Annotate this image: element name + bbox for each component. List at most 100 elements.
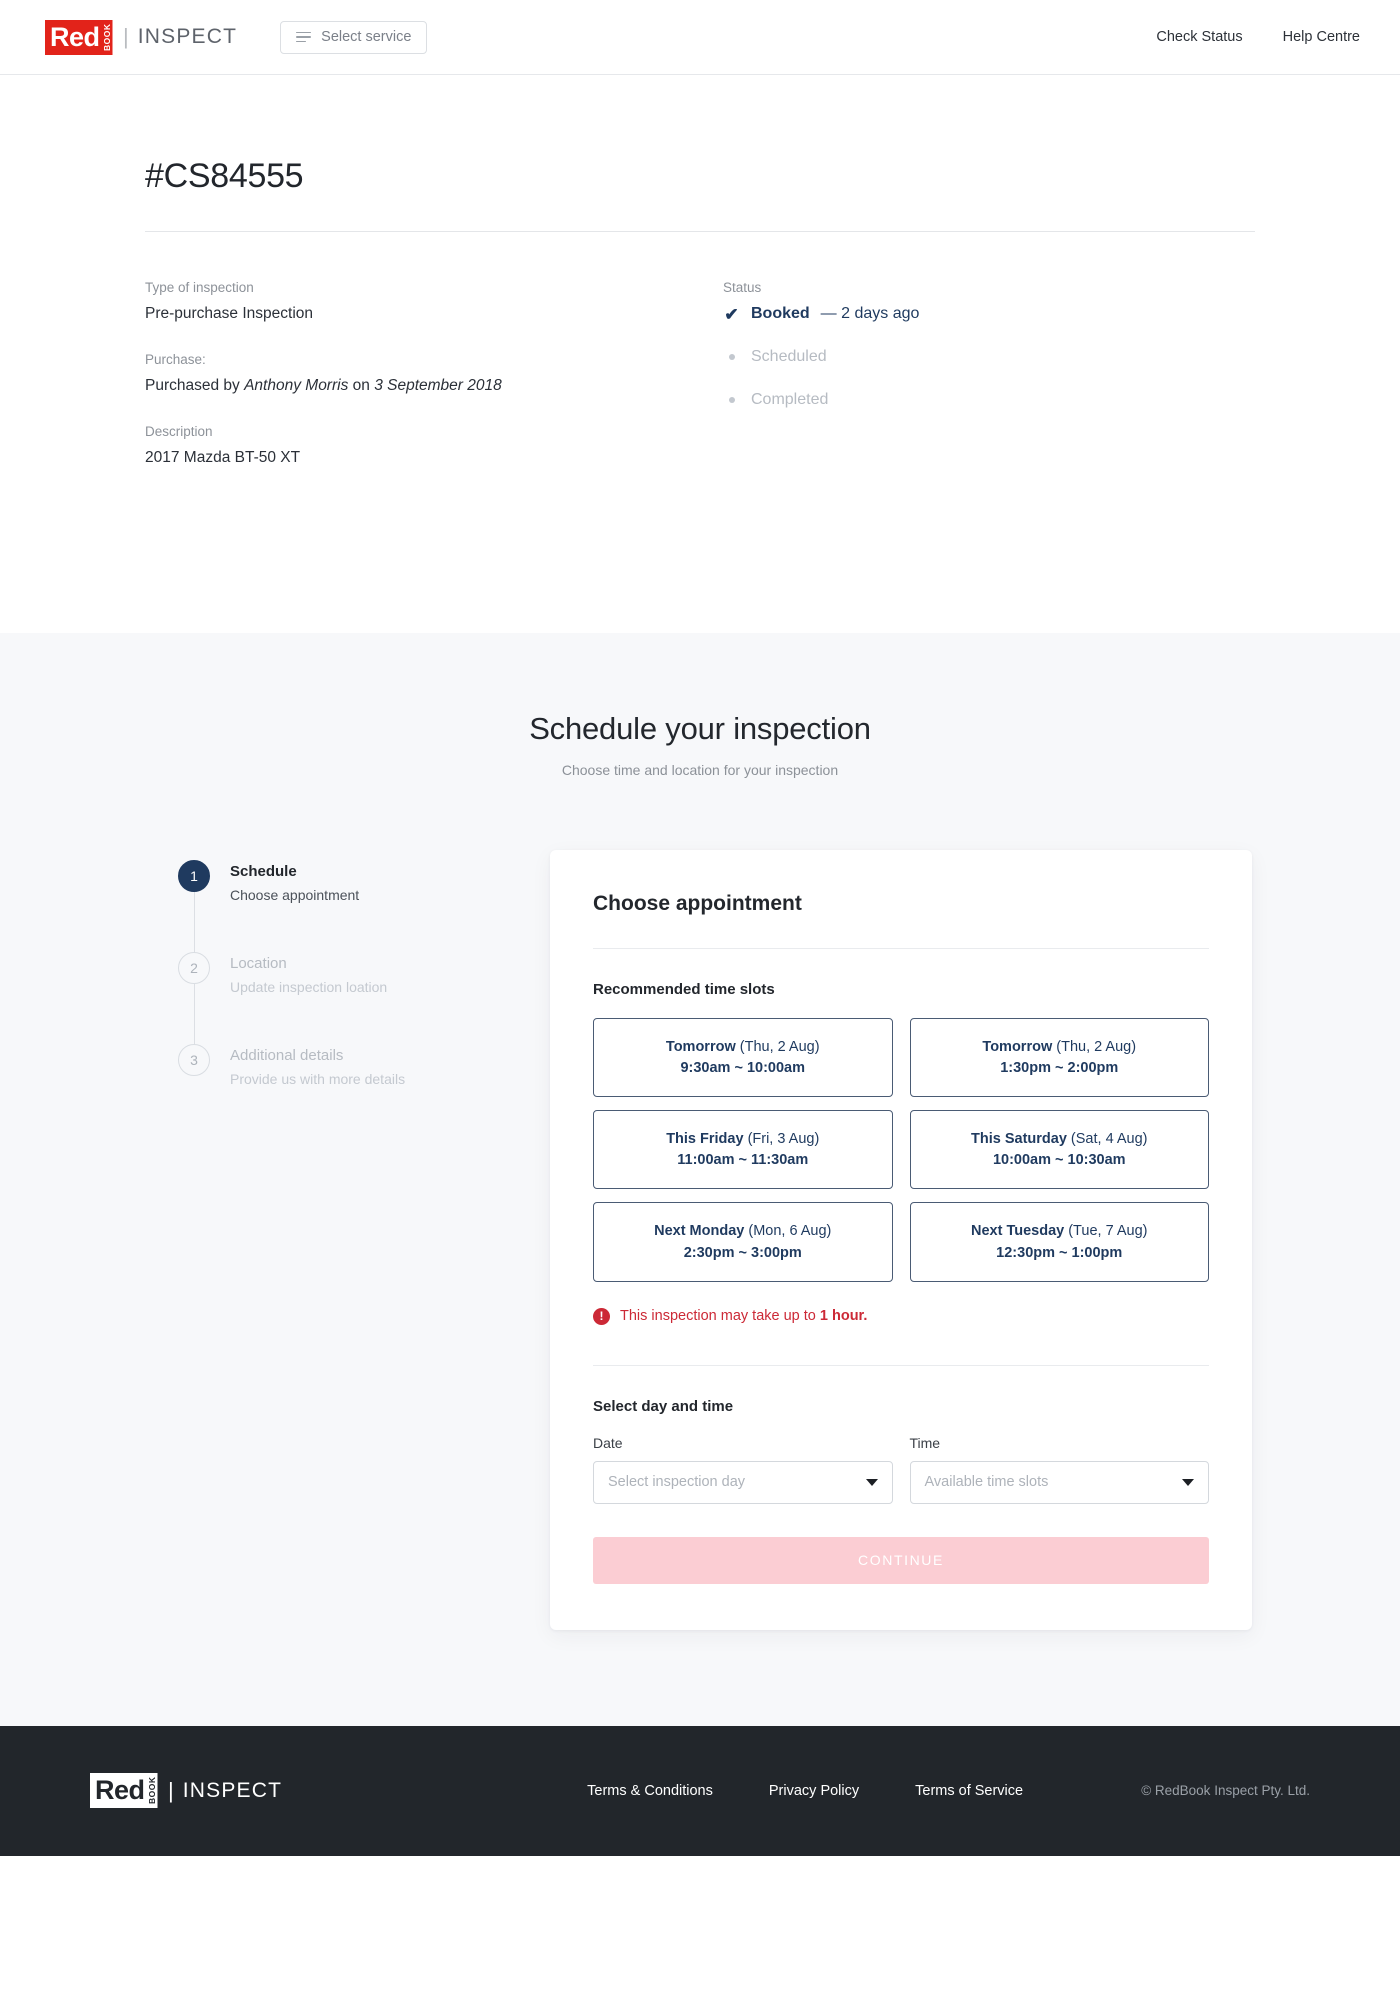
slot-time: 2:30pm ~ 3:00pm xyxy=(683,1244,802,1261)
logo-inspect-text: INSPECT xyxy=(182,1778,283,1802)
select-day-time-label: Select day and time xyxy=(593,1397,734,1415)
nav-check-status[interactable]: Check Status xyxy=(1156,29,1242,45)
slot-day-line: Next Tuesday (Tue, 7 Aug) xyxy=(919,1219,1201,1242)
card-divider-bottom xyxy=(593,1364,1209,1366)
slot-day-line: Next Monday (Mon, 6 Aug) xyxy=(602,1219,884,1242)
description-value: 2017 Mazda BT-50 XT xyxy=(145,449,301,466)
nav-help-centre[interactable]: Help Centre xyxy=(1283,29,1360,45)
purchase-middle: on xyxy=(348,377,375,394)
status-item-booked: ✔ Booked — 2 days ago xyxy=(723,305,1255,323)
step-3-text: Additional details Provide us with more … xyxy=(230,1044,405,1087)
step-3-desc: Provide us with more details xyxy=(230,1071,406,1087)
logo-red-text: Red xyxy=(90,1773,147,1809)
footer-link-terms-conditions[interactable]: Terms & Conditions xyxy=(587,1783,713,1799)
step-2-text: Location Update inspection loation xyxy=(230,952,387,1044)
slot-day: Next Monday xyxy=(654,1223,745,1240)
date-select-placeholder: Select inspection day xyxy=(608,1474,746,1491)
step-schedule[interactable]: 1 Schedule Choose appointment xyxy=(178,860,550,954)
status-booked-name: Booked xyxy=(751,305,810,322)
step-2-title: Location xyxy=(230,955,287,972)
logo-inspect-text: INSPECT xyxy=(137,25,238,48)
alert-circle-icon: ! xyxy=(593,1307,610,1325)
time-slot-option[interactable]: Tomorrow (Thu, 2 Aug) 1:30pm ~ 2:00pm xyxy=(909,1018,1209,1098)
slot-time: 12:30pm ~ 1:00pm xyxy=(996,1244,1123,1261)
card-title: Choose appointment xyxy=(593,892,802,915)
slot-time: 10:00am ~ 10:30am xyxy=(992,1152,1126,1169)
time-slot-option[interactable]: Next Tuesday (Tue, 7 Aug) 12:30pm ~ 1:00… xyxy=(909,1202,1209,1282)
step-3-title: Additional details xyxy=(230,1047,344,1064)
purchase-buyer: Anthony Morris xyxy=(244,377,349,394)
continue-button[interactable]: CONTINUE xyxy=(593,1536,1209,1584)
slot-day: Tomorrow xyxy=(982,1039,1053,1055)
time-slot-option[interactable]: This Saturday (Sat, 4 Aug) 10:00am ~ 10:… xyxy=(909,1110,1209,1190)
choose-appointment-card: Choose appointment Recommended time slot… xyxy=(550,850,1252,1630)
step-2-marker: 2 xyxy=(178,952,210,1046)
time-slot-grid: Tomorrow (Thu, 2 Aug) 9:30am ~ 10:00am T… xyxy=(593,1018,1209,1282)
header-logo[interactable]: Red BOOK | INSPECT xyxy=(45,19,238,55)
slot-day-line: Tomorrow (Thu, 2 Aug) xyxy=(602,1035,884,1058)
step-additional-details[interactable]: 3 Additional details Provide us with mor… xyxy=(178,1044,550,1087)
header-nav: Check Status Help Centre xyxy=(1156,29,1360,45)
time-select-placeholder: Available time slots xyxy=(924,1474,1049,1491)
step-1-title: Schedule xyxy=(230,863,297,880)
step-location[interactable]: 2 Location Update inspection loation xyxy=(178,952,550,1046)
time-slot-option[interactable]: Tomorrow (Thu, 2 Aug) 9:30am ~ 10:00am xyxy=(593,1018,893,1098)
logo-book-text: BOOK xyxy=(101,19,113,55)
purchase-prefix: Purchased by xyxy=(145,377,245,394)
recommended-slots-label: Recommended time slots xyxy=(593,981,775,998)
inspection-type-label: Type of inspection xyxy=(145,280,254,295)
status-item-completed: Completed xyxy=(723,391,1255,409)
slot-day: Next Tuesday xyxy=(970,1223,1065,1240)
bullet-dot-icon xyxy=(723,397,740,403)
site-footer: Red BOOK | INSPECT Terms & Conditions Pr… xyxy=(0,1725,1400,1856)
slot-date: (Tue, 7 Aug) xyxy=(1064,1223,1148,1240)
step-1-desc: Choose appointment xyxy=(230,887,360,903)
schedule-subtitle: Choose time and location for your inspec… xyxy=(561,762,839,778)
order-id-title: #CS84555 xyxy=(145,157,304,195)
logo-red-text: Red xyxy=(45,19,102,55)
notice-highlight: 1 hour. xyxy=(819,1308,868,1325)
chevron-down-icon xyxy=(865,1478,878,1486)
time-slot-option[interactable]: This Friday (Fri, 3 Aug) 11:00am ~ 11:30… xyxy=(593,1110,893,1190)
purchase-value: Purchased by Anthony Morris on 3 Septemb… xyxy=(145,377,723,395)
slot-date: (Thu, 2 Aug) xyxy=(1052,1039,1137,1055)
status-item-scheduled: Scheduled xyxy=(723,348,1255,366)
redbook-logo-mark: Red BOOK xyxy=(45,19,113,55)
slot-date: (Mon, 6 Aug) xyxy=(744,1223,832,1240)
time-slot-option[interactable]: Next Monday (Mon, 6 Aug) 2:30pm ~ 3:00pm xyxy=(593,1202,893,1282)
select-service-button[interactable]: Select service xyxy=(280,20,428,54)
slot-day: This Saturday xyxy=(971,1131,1067,1148)
order-summary-section: #CS84555 Type of inspection Pre-purchase… xyxy=(0,75,1400,633)
notice-text-main: This inspection may take up to xyxy=(620,1308,820,1325)
step-3-circle: 3 xyxy=(178,1044,210,1076)
footer-links: Terms & Conditions Privacy Policy Terms … xyxy=(587,1783,1023,1799)
date-select[interactable]: Select inspection day xyxy=(593,1460,893,1504)
date-field-group: Date Select inspection day xyxy=(593,1435,893,1504)
schedule-section: Schedule your inspection Choose time and… xyxy=(0,633,1400,1726)
date-time-fields: Date Select inspection day Time Availabl… xyxy=(593,1435,1209,1504)
progress-stepper: 1 Schedule Choose appointment 2 Location… xyxy=(145,850,550,1087)
slot-day-line: This Friday (Fri, 3 Aug) xyxy=(602,1127,884,1150)
footer-copyright: © RedBook Inspect Pty. Ltd. xyxy=(1141,1783,1310,1799)
slot-time: 11:00am ~ 11:30am xyxy=(677,1152,809,1169)
footer-logo[interactable]: Red BOOK | INSPECT xyxy=(90,1773,283,1809)
card-divider-top xyxy=(593,948,1209,949)
step-1-text: Schedule Choose appointment xyxy=(230,860,359,952)
date-label: Date xyxy=(593,1434,623,1451)
select-service-label: Select service xyxy=(321,29,412,45)
logo-book-text: BOOK xyxy=(146,1773,158,1809)
status-label: Status xyxy=(723,280,762,295)
redbook-logo-mark: Red BOOK xyxy=(90,1773,158,1809)
chevron-down-icon xyxy=(1182,1478,1194,1486)
purchase-label: Purchase: xyxy=(145,352,206,367)
slot-day: Tomorrow xyxy=(665,1039,736,1055)
step-2-circle: 2 xyxy=(178,952,210,984)
time-select[interactable]: Available time slots xyxy=(909,1460,1209,1504)
footer-link-privacy-policy[interactable]: Privacy Policy xyxy=(769,1783,859,1799)
order-status-column: Status ✔ Booked — 2 days ago Scheduled C… xyxy=(723,280,1255,496)
slot-day: This Friday xyxy=(666,1131,744,1148)
schedule-title: Schedule your inspection xyxy=(529,711,871,746)
footer-link-terms-of-service[interactable]: Terms of Service xyxy=(915,1783,1023,1799)
status-completed-name: Completed xyxy=(751,391,829,408)
hamburger-icon xyxy=(296,31,312,43)
